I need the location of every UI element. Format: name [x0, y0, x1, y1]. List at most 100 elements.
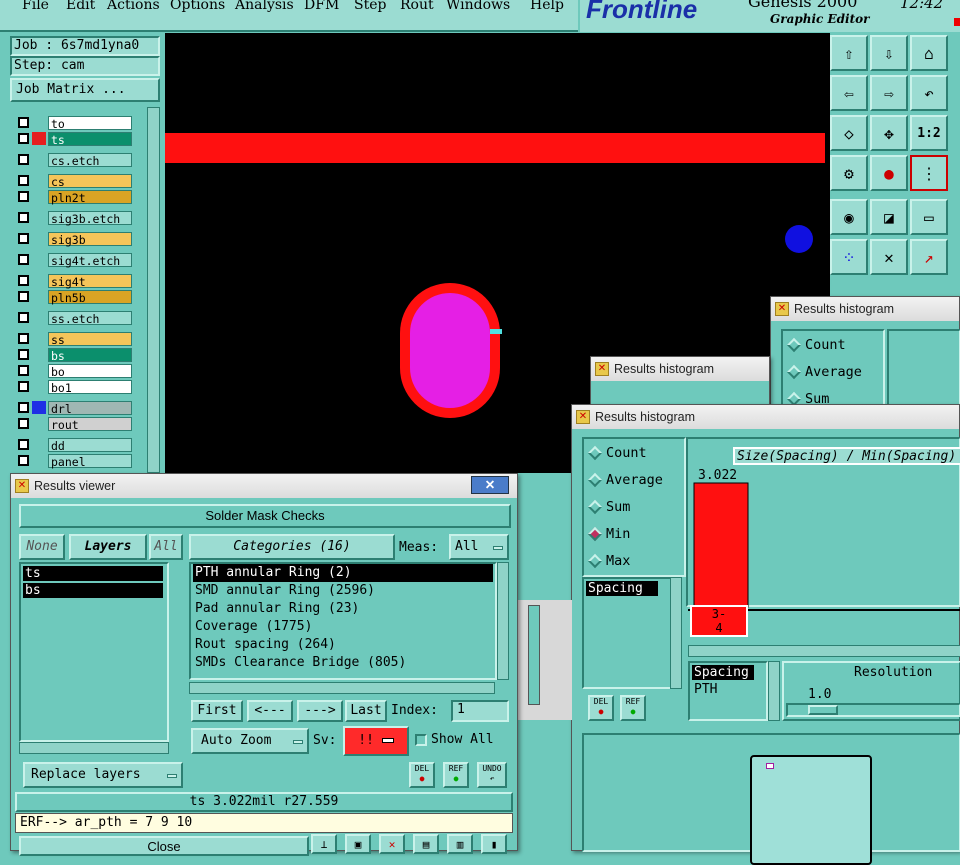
category-item[interactable]: SMDs Clearance Bridge (805): [193, 654, 493, 672]
list-item[interactable]: Spacing: [586, 581, 658, 596]
layer-row-drl[interactable]: drl: [14, 400, 132, 416]
layer-checkbox[interactable]: [18, 418, 29, 429]
layer-name[interactable]: to: [48, 115, 132, 131]
layer-color-swatch[interactable]: [32, 153, 46, 166]
category-item[interactable]: Pad annular Ring (23): [193, 600, 493, 618]
left-list-scrollbar[interactable]: [670, 577, 682, 689]
layer-row-sig3b-etch[interactable]: sig3b.etch: [14, 210, 132, 226]
option-average[interactable]: Average: [587, 472, 663, 488]
layer-checkbox[interactable]: [18, 254, 29, 265]
layer-name[interactable]: bo1: [48, 379, 132, 395]
edit-shape-icon[interactable]: ◪: [870, 199, 908, 235]
layer-color-swatch[interactable]: [32, 454, 46, 467]
list-item[interactable]: ts: [23, 566, 163, 581]
layer-name[interactable]: ss: [48, 331, 132, 347]
layer-name[interactable]: bs: [48, 347, 132, 363]
tool-icon[interactable]: ▥: [447, 834, 473, 854]
severity-dropdown[interactable]: !!: [343, 726, 409, 756]
snap-icon[interactable]: ●: [870, 155, 908, 191]
menu-file[interactable]: File: [22, 0, 49, 13]
menu-options[interactable]: Options: [170, 0, 225, 13]
option-max[interactable]: Max: [587, 553, 630, 569]
layer-color-swatch[interactable]: [32, 438, 46, 451]
layer-color-swatch[interactable]: [32, 290, 46, 303]
delete-icon[interactable]: ✕: [870, 239, 908, 275]
layer-color-swatch[interactable]: [32, 332, 46, 345]
layer-row-cs-etch[interactable]: cs.etch: [14, 152, 132, 168]
ref-button[interactable]: REF ●: [443, 762, 469, 788]
layer-row-rout[interactable]: rout: [14, 416, 132, 432]
layer-color-swatch[interactable]: [32, 348, 46, 361]
show-all-checkbox[interactable]: Show All: [415, 732, 494, 747]
layer-checkbox[interactable]: [18, 333, 29, 344]
layer-row-pln2t[interactable]: pln2t: [14, 189, 132, 205]
layer-checkbox[interactable]: [18, 349, 29, 360]
tool-icon[interactable]: ⊥: [311, 834, 337, 854]
layer-row-dd[interactable]: dd: [14, 437, 132, 453]
layer-name[interactable]: bo: [48, 363, 132, 379]
categories-hscroll[interactable]: [189, 682, 495, 694]
menu-step[interactable]: Step: [354, 0, 386, 13]
option-average[interactable]: Average: [786, 364, 862, 380]
layer-color-swatch[interactable]: [32, 401, 46, 414]
layer-row-ss-etch[interactable]: ss.etch: [14, 310, 132, 326]
undo-view-icon[interactable]: ↶: [910, 75, 948, 111]
layer-name[interactable]: cs: [48, 173, 132, 189]
layer-color-swatch[interactable]: [32, 274, 46, 287]
layer-name[interactable]: drl: [48, 400, 132, 416]
zoom-in-icon[interactable]: ✥: [870, 115, 908, 151]
meas-dropdown[interactable]: All: [449, 534, 509, 560]
list-item[interactable]: PTH: [690, 682, 766, 697]
layer-checkbox[interactable]: [18, 291, 29, 302]
layer-row-bo[interactable]: bo: [14, 363, 132, 379]
category-item[interactable]: Coverage (1775): [193, 618, 493, 636]
layer-row-sig4t[interactable]: sig4t: [14, 273, 132, 289]
results-viewer-titlebar[interactable]: ✕ Results viewer ✕: [11, 474, 517, 498]
move-down-icon[interactable]: ⇩: [870, 35, 908, 71]
window-close-button[interactable]: ✕: [471, 476, 509, 494]
move-up-icon[interactable]: ⇧: [830, 35, 868, 71]
pan-left-icon[interactable]: ⇦: [830, 75, 868, 111]
categories-scrollbar[interactable]: [497, 562, 509, 680]
menu-rout[interactable]: Rout: [400, 0, 434, 13]
layer-color-swatch[interactable]: [32, 253, 46, 266]
layer-checkbox[interactable]: [18, 175, 29, 186]
layer-color-swatch[interactable]: [32, 174, 46, 187]
layer-checkbox[interactable]: [18, 312, 29, 323]
option-sum[interactable]: Sum: [587, 499, 630, 515]
layer-checkbox[interactable]: [18, 233, 29, 244]
layer-row-bs[interactable]: bs: [14, 347, 132, 363]
histogram-titlebar[interactable]: ✕ Results histogram: [572, 405, 959, 429]
tool-icon[interactable]: ▤: [413, 834, 439, 854]
select-icon[interactable]: ◉: [830, 199, 868, 235]
layer-name[interactable]: sig3b.etch: [48, 210, 132, 226]
pan-right-icon[interactable]: ⇨: [870, 75, 908, 111]
next-button[interactable]: --->: [297, 700, 343, 722]
right-list-scrollbar[interactable]: [768, 661, 780, 721]
home-icon[interactable]: ⌂: [910, 35, 948, 71]
layer-name[interactable]: pln2t: [48, 189, 132, 205]
layer-checkbox[interactable]: [18, 133, 29, 144]
close-icon[interactable]: ✕: [775, 302, 789, 316]
scale-icon[interactable]: 1:2: [910, 115, 948, 151]
layer-name[interactable]: ss.etch: [48, 310, 132, 326]
layer-name[interactable]: sig4t: [48, 273, 132, 289]
layer-name[interactable]: sig3b: [48, 231, 132, 247]
layer-checkbox[interactable]: [18, 381, 29, 392]
layer-color-swatch[interactable]: [32, 190, 46, 203]
close-icon[interactable]: ✕: [595, 362, 609, 376]
category-item[interactable]: SMD annular Ring (2596): [193, 582, 493, 600]
menu-help[interactable]: Help: [530, 0, 564, 13]
layer-row-pln5b[interactable]: pln5b: [14, 289, 132, 305]
close-button[interactable]: Close: [19, 836, 309, 856]
index-input[interactable]: 1: [451, 700, 509, 722]
zoom-fit-icon[interactable]: ◇: [830, 115, 868, 151]
layer-checkbox[interactable]: [18, 191, 29, 202]
chart-hscrollbar[interactable]: [688, 645, 960, 657]
layer-checkbox[interactable]: [18, 212, 29, 223]
layer-name[interactable]: rout: [48, 416, 132, 432]
option-count[interactable]: Count: [786, 337, 846, 353]
layer-row-ss[interactable]: ss: [14, 331, 132, 347]
layer-list-hscroll[interactable]: [19, 742, 169, 754]
menu-dfm[interactable]: DFM: [304, 0, 339, 13]
